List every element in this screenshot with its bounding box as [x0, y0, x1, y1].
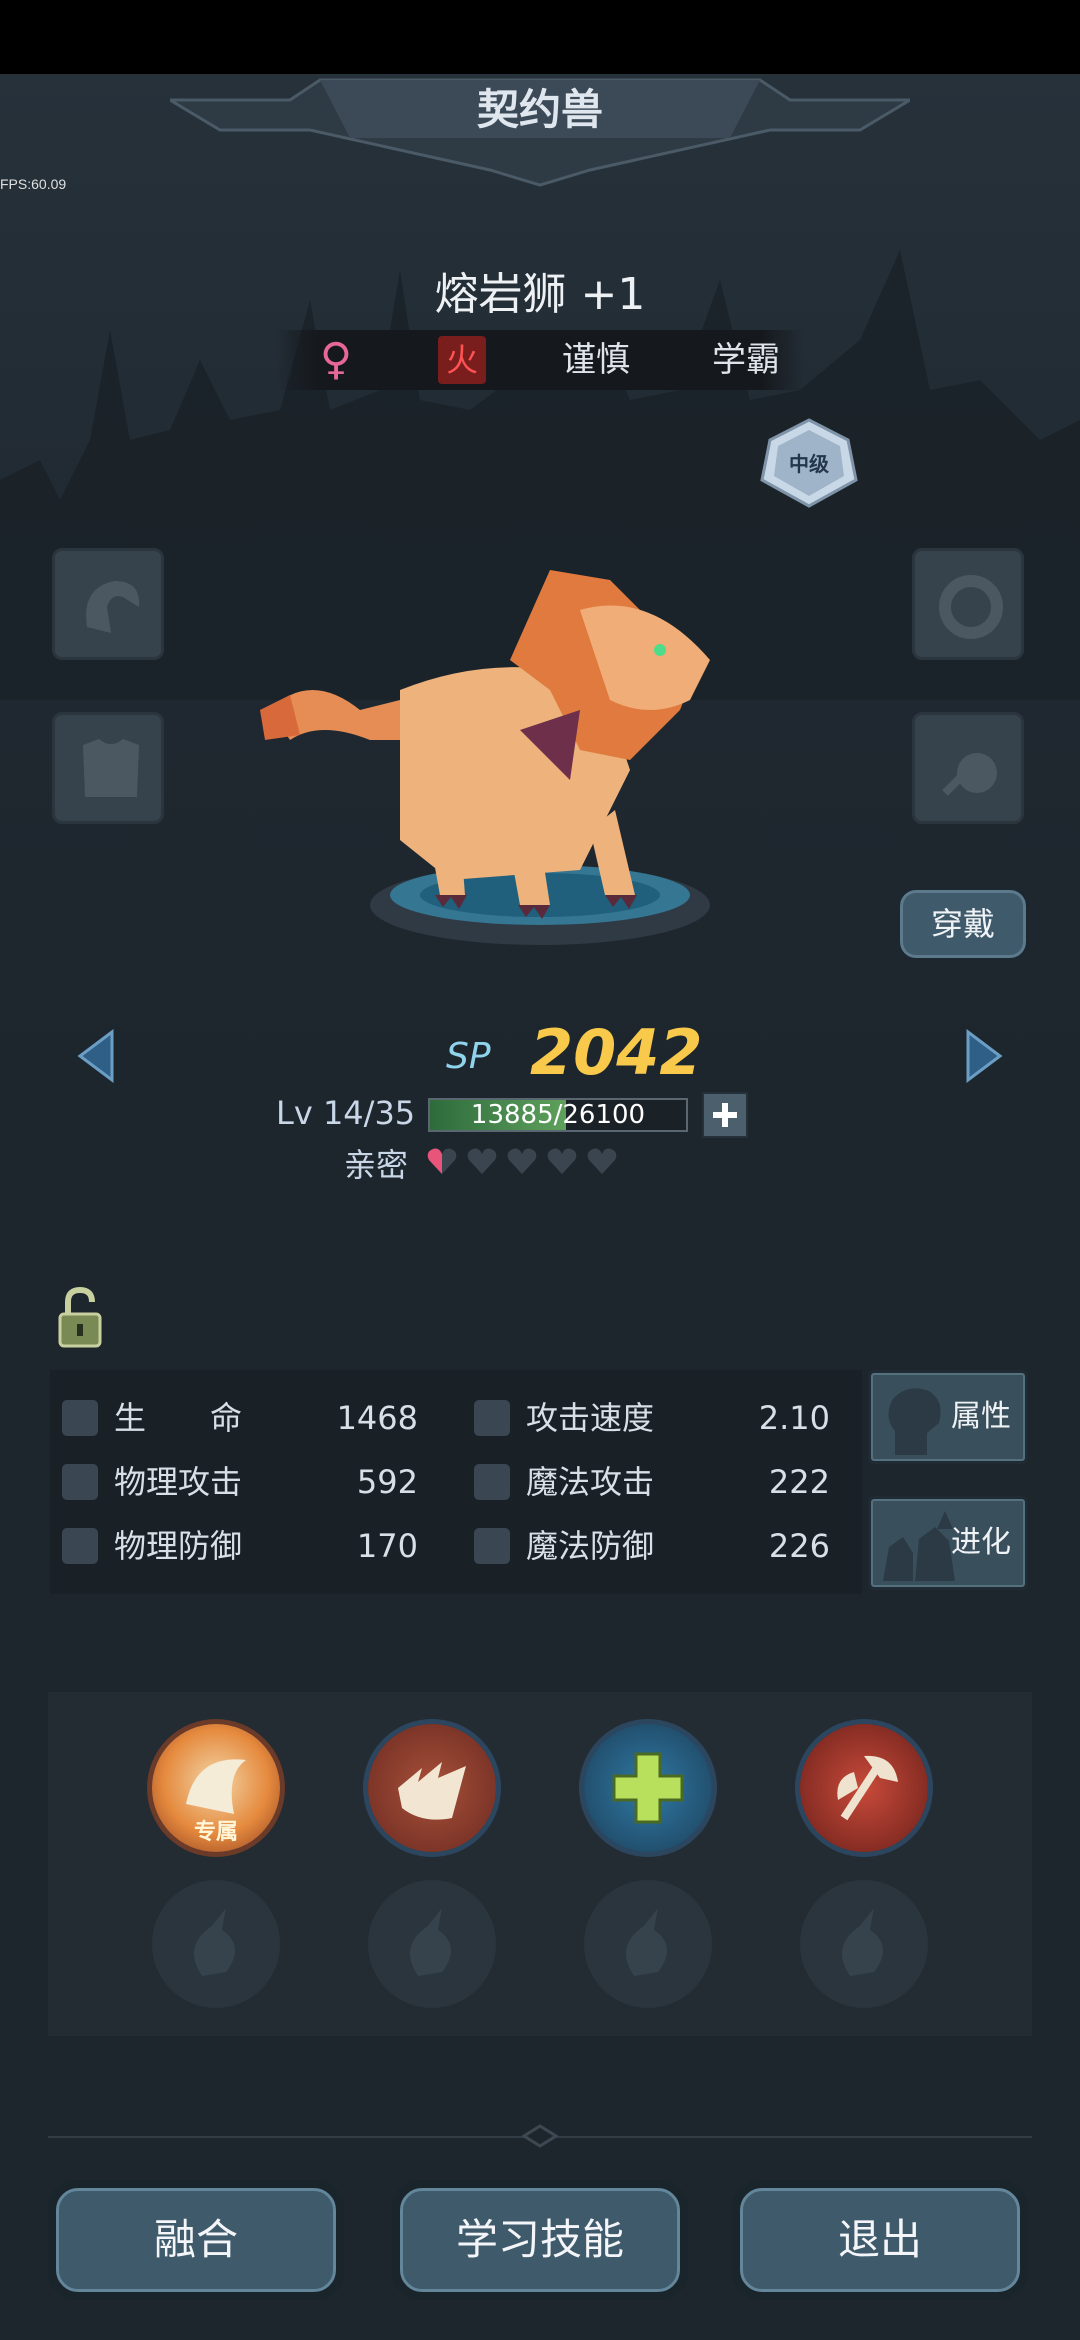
heart-icon: [507, 1148, 537, 1174]
bell-icon: [942, 753, 997, 796]
page-title: 契约兽: [476, 85, 603, 134]
helmet-icon: [86, 581, 140, 633]
skill-axe[interactable]: [800, 1724, 928, 1852]
skill-slot-empty[interactable]: [368, 1880, 496, 2008]
level-label: Lv 14/35: [276, 1094, 416, 1132]
stats-panel: 生 命 1468 攻击速度 2.10 物理攻击 592 魔法攻击 222 物理防…: [50, 1370, 862, 1594]
intimacy-label: 亲密: [344, 1146, 409, 1184]
equip-slot-helmet[interactable]: [52, 548, 164, 660]
divider-ornament-icon: [521, 2124, 559, 2148]
skill-slot-empty[interactable]: [800, 1880, 928, 2008]
axe-skill-icon: [837, 1755, 898, 1821]
attributes-button[interactable]: 属性: [868, 1370, 1028, 1464]
equip-slot-ring[interactable]: [912, 548, 1024, 660]
sp-label: SP: [446, 1036, 491, 1077]
talent-trait: 学霸: [712, 340, 780, 380]
evolve-button[interactable]: 进化: [868, 1496, 1028, 1590]
skill-slot-empty[interactable]: [152, 1880, 280, 2008]
trait-bar: ♀ 火 谨慎 学霸: [276, 330, 804, 390]
boot-icon: [474, 1400, 510, 1436]
next-pet-arrow-icon[interactable]: [964, 1028, 1004, 1084]
skill-heal[interactable]: [584, 1724, 712, 1852]
attributes-label: 属性: [951, 1399, 1011, 1434]
skill-slot-empty[interactable]: [584, 1880, 712, 2008]
stat-magic-defense: 魔法防御 226: [474, 1516, 854, 1576]
skill-bite[interactable]: [368, 1724, 496, 1852]
heart-icon: [427, 1148, 457, 1174]
exclusive-tag: 专属: [193, 1820, 238, 1845]
sword-icon: [62, 1464, 98, 1500]
stat-attack-speed: 攻击速度 2.10: [474, 1388, 854, 1448]
locked-skill-icon: [842, 1908, 884, 1976]
fang-skill-icon: [398, 1762, 466, 1820]
heart-icon: [467, 1148, 497, 1174]
wand-icon: [474, 1464, 510, 1500]
skill-exclusive[interactable]: 专属: [152, 1724, 280, 1852]
stat-physical-defense: 物理防御 170: [62, 1516, 442, 1576]
stat-physical-attack: 物理攻击 592: [62, 1452, 442, 1512]
locked-skill-icon: [194, 1908, 236, 1976]
gender-icon: ♀: [319, 334, 353, 385]
ring-icon: [939, 575, 1003, 639]
stat-magic-attack: 魔法攻击 222: [474, 1452, 854, 1512]
equip-slot-armor[interactable]: [52, 712, 164, 824]
intimacy-hearts: [426, 1146, 626, 1176]
previous-pet-arrow-icon[interactable]: [76, 1028, 116, 1084]
locked-skill-icon: [410, 1908, 452, 1976]
xp-bar: 13885/26100: [428, 1098, 688, 1132]
heart-icon: [587, 1148, 617, 1174]
head-silhouette-icon: [888, 1388, 941, 1455]
equip-slot-bell[interactable]: [912, 712, 1024, 824]
stat-hp: 生 命 1468: [62, 1388, 442, 1448]
locked-skill-icon: [626, 1908, 668, 1976]
fps-counter: FPS:60.09: [0, 176, 67, 192]
evolve-label: 进化: [951, 1525, 1011, 1560]
armor-icon: [83, 739, 139, 797]
heart-icon: [547, 1148, 577, 1174]
fuse-button-label: 融合: [56, 2188, 336, 2292]
element-badge: 火: [438, 336, 486, 384]
magic-shield-icon: [474, 1528, 510, 1564]
exit-button[interactable]: 退出: [732, 2180, 1028, 2300]
fuse-button[interactable]: 融合: [48, 2180, 344, 2300]
learn-skill-label: 学习技能: [400, 2188, 680, 2292]
xp-text: 13885/26100: [470, 1100, 646, 1130]
heart-icon: [62, 1400, 98, 1436]
skills-panel: 专属: [48, 1692, 1032, 2036]
sp-value: 2042: [530, 1016, 703, 1089]
pet-name: 熔岩狮 +1: [434, 269, 646, 320]
plus-heal-icon: [612, 1752, 684, 1824]
shield-icon: [62, 1528, 98, 1564]
learn-skill-button[interactable]: 学习技能: [392, 2180, 688, 2300]
lock-icon[interactable]: [56, 1286, 104, 1350]
claw-skill-icon: [186, 1759, 246, 1814]
personality-trait: 谨慎: [562, 340, 630, 380]
wear-button[interactable]: 穿戴: [896, 886, 1030, 962]
rank-label: 中级: [789, 452, 829, 476]
exit-button-label: 退出: [740, 2188, 1020, 2292]
pet-portrait: [260, 570, 710, 945]
add-xp-button[interactable]: [702, 1092, 748, 1138]
